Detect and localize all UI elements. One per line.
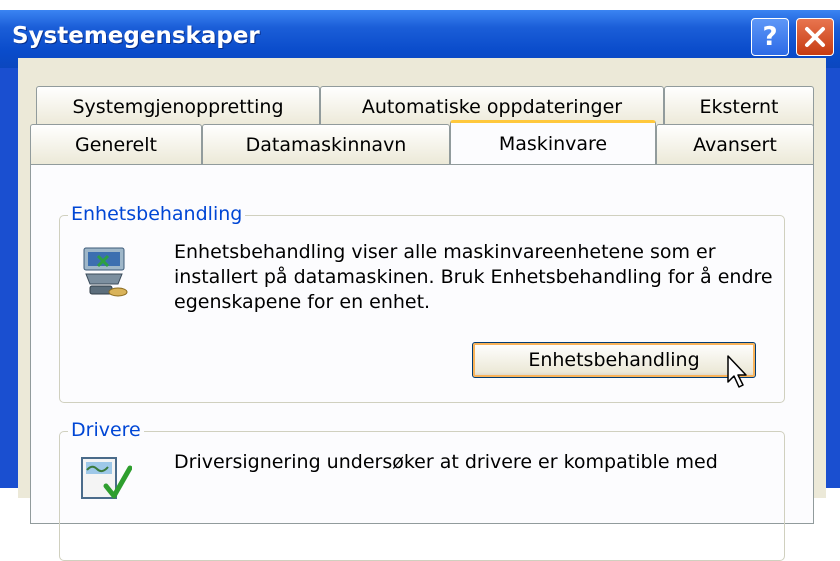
description-line: egenskapene for en enhet.: [174, 291, 431, 313]
help-button[interactable]: ?: [751, 18, 789, 56]
drivers-description: Driversignering undersøker at drivere er…: [174, 450, 774, 475]
window-title: Systemegenskaper: [12, 23, 260, 49]
device-manager-icon: [83, 247, 128, 297]
device-manager-legend: Enhetsbehandling: [68, 203, 246, 225]
tab-maskinvare[interactable]: Maskinvare: [450, 120, 656, 164]
description-line: Driversignering undersøker at drivere er…: [174, 451, 718, 473]
caption-strip: [0, 0, 840, 10]
description-line: installert på datamaskinen. Bruk Enhetsb…: [174, 266, 773, 288]
close-button[interactable]: [796, 18, 834, 56]
device-manager-group: Enhetsbehandling Enhetsbehandling viser …: [59, 203, 785, 403]
description-line: Enhetsbehandling viser alle maskinvareen…: [174, 241, 716, 263]
tab-panel-maskinvare: Enhetsbehandling Enhetsbehandling viser …: [30, 164, 814, 561]
drivers-group: Drivere Driversignering undersøker at dr…: [59, 419, 785, 561]
device-manager-button[interactable]: Enhetsbehandling: [472, 342, 756, 378]
tab-datamaskinnavn[interactable]: Datamaskinnavn: [202, 124, 450, 164]
system-properties-window: Systemegenskaper ? Systemgjenoppretting …: [0, 10, 840, 561]
tab-eksternt[interactable]: Eksternt: [664, 86, 814, 126]
drivers-legend: Drivere: [68, 419, 144, 441]
dialog-client-area: Systemgjenoppretting Automatiske oppdate…: [18, 58, 826, 561]
tab-systemgjenoppretting[interactable]: Systemgjenoppretting: [36, 86, 320, 126]
device-manager-description: Enhetsbehandling viser alle maskinvareen…: [174, 240, 774, 315]
tab-avansert[interactable]: Avansert: [656, 124, 814, 164]
close-icon: [805, 27, 825, 47]
mouse-cursor-icon: [727, 355, 747, 388]
driver-signing-icon: [81, 457, 132, 499]
tab-generelt[interactable]: Generelt: [30, 124, 202, 164]
